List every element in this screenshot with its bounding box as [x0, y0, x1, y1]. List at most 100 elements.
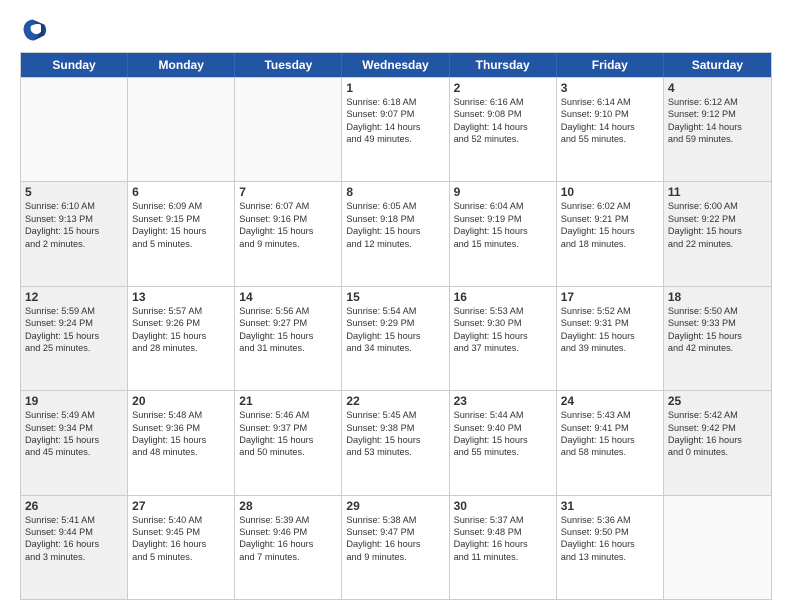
cell-info-line: Sunset: 9:40 PM	[454, 422, 552, 434]
cell-info-line: Daylight: 15 hours	[346, 434, 444, 446]
cell-info-line: and 55 minutes.	[561, 133, 659, 145]
table-row: 11Sunrise: 6:00 AMSunset: 9:22 PMDayligh…	[664, 182, 771, 285]
table-row: 9Sunrise: 6:04 AMSunset: 9:19 PMDaylight…	[450, 182, 557, 285]
week-row-3: 12Sunrise: 5:59 AMSunset: 9:24 PMDayligh…	[21, 286, 771, 390]
day-number: 19	[25, 394, 123, 408]
cell-info-line: Daylight: 15 hours	[132, 434, 230, 446]
cell-info-line: and 28 minutes.	[132, 342, 230, 354]
cell-info-line: and 18 minutes.	[561, 238, 659, 250]
table-row: 23Sunrise: 5:44 AMSunset: 9:40 PMDayligh…	[450, 391, 557, 494]
day-number: 9	[454, 185, 552, 199]
table-row: 15Sunrise: 5:54 AMSunset: 9:29 PMDayligh…	[342, 287, 449, 390]
day-number: 29	[346, 499, 444, 513]
cell-info-line: Sunrise: 5:41 AM	[25, 514, 123, 526]
cell-info-line: and 9 minutes.	[346, 551, 444, 563]
cell-info-line: Sunset: 9:37 PM	[239, 422, 337, 434]
header-day-thursday: Thursday	[450, 53, 557, 77]
cell-info-line: Sunset: 9:45 PM	[132, 526, 230, 538]
day-number: 26	[25, 499, 123, 513]
cell-info-line: Sunrise: 5:57 AM	[132, 305, 230, 317]
cell-info-line: and 13 minutes.	[561, 551, 659, 563]
cell-info-line: Sunrise: 5:44 AM	[454, 409, 552, 421]
day-number: 24	[561, 394, 659, 408]
cell-info-line: Sunrise: 5:46 AM	[239, 409, 337, 421]
cell-info-line: and 15 minutes.	[454, 238, 552, 250]
cell-info-line: Sunset: 9:38 PM	[346, 422, 444, 434]
logo	[20, 16, 52, 44]
table-row: 18Sunrise: 5:50 AMSunset: 9:33 PMDayligh…	[664, 287, 771, 390]
day-number: 30	[454, 499, 552, 513]
cell-info-line: Sunset: 9:44 PM	[25, 526, 123, 538]
cell-info-line: Daylight: 16 hours	[668, 434, 767, 446]
table-row: 29Sunrise: 5:38 AMSunset: 9:47 PMDayligh…	[342, 496, 449, 599]
cell-info-line: Sunset: 9:50 PM	[561, 526, 659, 538]
cell-info-line: Sunrise: 5:49 AM	[25, 409, 123, 421]
day-number: 28	[239, 499, 337, 513]
cell-info-line: Sunset: 9:33 PM	[668, 317, 767, 329]
table-row: 14Sunrise: 5:56 AMSunset: 9:27 PMDayligh…	[235, 287, 342, 390]
week-row-2: 5Sunrise: 6:10 AMSunset: 9:13 PMDaylight…	[21, 181, 771, 285]
table-row: 10Sunrise: 6:02 AMSunset: 9:21 PMDayligh…	[557, 182, 664, 285]
cell-info-line: Sunset: 9:08 PM	[454, 108, 552, 120]
day-number: 13	[132, 290, 230, 304]
cell-info-line: Daylight: 14 hours	[346, 121, 444, 133]
cell-info-line: Daylight: 16 hours	[239, 538, 337, 550]
table-row: 24Sunrise: 5:43 AMSunset: 9:41 PMDayligh…	[557, 391, 664, 494]
cell-info-line: Daylight: 15 hours	[239, 434, 337, 446]
cell-info-line: Daylight: 14 hours	[561, 121, 659, 133]
cell-info-line: and 53 minutes.	[346, 446, 444, 458]
cell-info-line: and 22 minutes.	[668, 238, 767, 250]
cell-info-line: Sunrise: 6:02 AM	[561, 200, 659, 212]
cell-info-line: and 12 minutes.	[346, 238, 444, 250]
cell-info-line: Daylight: 15 hours	[346, 330, 444, 342]
cell-info-line: Sunset: 9:21 PM	[561, 213, 659, 225]
day-number: 5	[25, 185, 123, 199]
day-number: 21	[239, 394, 337, 408]
header-day-wednesday: Wednesday	[342, 53, 449, 77]
cell-info-line: Sunset: 9:15 PM	[132, 213, 230, 225]
cell-info-line: Sunrise: 5:36 AM	[561, 514, 659, 526]
cell-info-line: Sunrise: 5:42 AM	[668, 409, 767, 421]
cell-info-line: Daylight: 15 hours	[132, 225, 230, 237]
day-number: 2	[454, 81, 552, 95]
cell-info-line: and 7 minutes.	[239, 551, 337, 563]
table-row: 22Sunrise: 5:45 AMSunset: 9:38 PMDayligh…	[342, 391, 449, 494]
cell-info-line: and 5 minutes.	[132, 238, 230, 250]
page: SundayMondayTuesdayWednesdayThursdayFrid…	[0, 0, 792, 612]
cell-info-line: and 25 minutes.	[25, 342, 123, 354]
table-row: 30Sunrise: 5:37 AMSunset: 9:48 PMDayligh…	[450, 496, 557, 599]
cell-info-line: Sunrise: 6:05 AM	[346, 200, 444, 212]
header-day-saturday: Saturday	[664, 53, 771, 77]
table-row: 3Sunrise: 6:14 AMSunset: 9:10 PMDaylight…	[557, 78, 664, 181]
table-row: 27Sunrise: 5:40 AMSunset: 9:45 PMDayligh…	[128, 496, 235, 599]
cell-info-line: Daylight: 14 hours	[454, 121, 552, 133]
cell-info-line: Sunset: 9:10 PM	[561, 108, 659, 120]
calendar: SundayMondayTuesdayWednesdayThursdayFrid…	[20, 52, 772, 600]
cell-info-line: Daylight: 16 hours	[132, 538, 230, 550]
day-number: 16	[454, 290, 552, 304]
day-number: 12	[25, 290, 123, 304]
cell-info-line: Sunset: 9:29 PM	[346, 317, 444, 329]
cell-info-line: Sunset: 9:12 PM	[668, 108, 767, 120]
cell-info-line: Sunset: 9:34 PM	[25, 422, 123, 434]
cell-info-line: Sunrise: 5:56 AM	[239, 305, 337, 317]
cell-info-line: Daylight: 15 hours	[561, 225, 659, 237]
cell-info-line: Sunrise: 6:10 AM	[25, 200, 123, 212]
day-number: 10	[561, 185, 659, 199]
table-row: 8Sunrise: 6:05 AMSunset: 9:18 PMDaylight…	[342, 182, 449, 285]
cell-info-line: and 48 minutes.	[132, 446, 230, 458]
header-day-sunday: Sunday	[21, 53, 128, 77]
cell-info-line: Sunrise: 6:07 AM	[239, 200, 337, 212]
cell-info-line: Daylight: 15 hours	[454, 225, 552, 237]
week-row-4: 19Sunrise: 5:49 AMSunset: 9:34 PM Dayligh…	[21, 390, 771, 494]
header-day-friday: Friday	[557, 53, 664, 77]
cell-info-line: Sunset: 9:31 PM	[561, 317, 659, 329]
cell-info-line: Sunset: 9:30 PM	[454, 317, 552, 329]
day-number: 7	[239, 185, 337, 199]
cell-info-line: Sunrise: 5:59 AM	[25, 305, 123, 317]
cell-info-line: Sunset: 9:16 PM	[239, 213, 337, 225]
cell-info-line: Sunrise: 5:45 AM	[346, 409, 444, 421]
cell-info-line: Daylight: 15 hours	[346, 225, 444, 237]
cell-info-line: and 31 minutes.	[239, 342, 337, 354]
cell-info-line: Sunset: 9:19 PM	[454, 213, 552, 225]
